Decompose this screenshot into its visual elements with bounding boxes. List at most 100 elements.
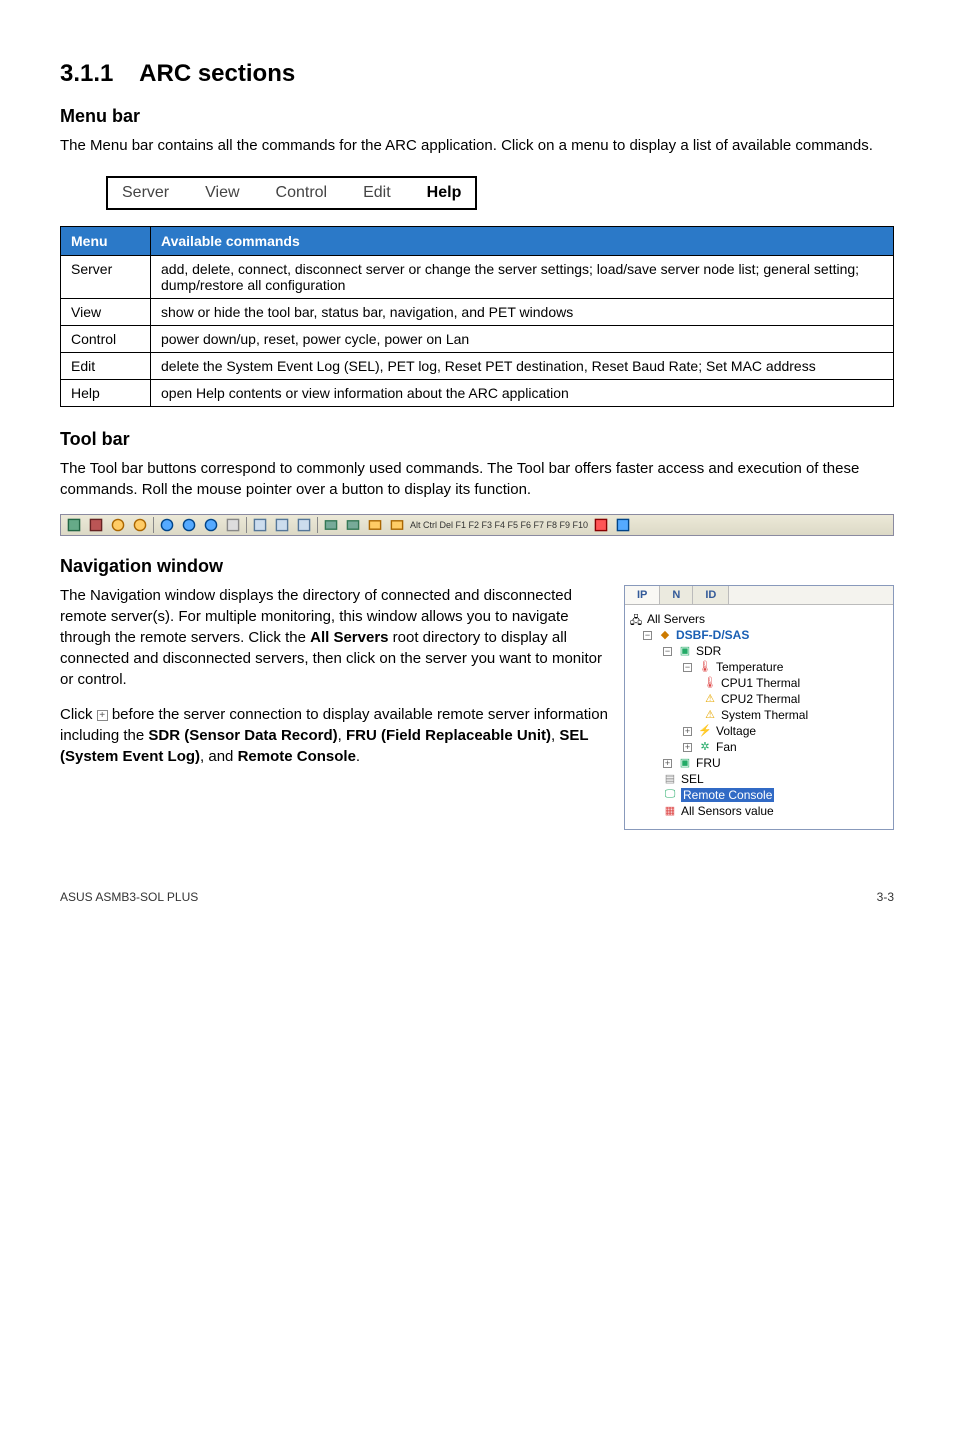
row-menu: View — [61, 299, 151, 326]
thermometer-icon: 🌡 — [698, 660, 712, 674]
tree-node-all-sensors[interactable]: ▦ All Sensors value — [629, 803, 889, 819]
toolbar-button[interactable] — [202, 517, 220, 533]
footer-left: ASUS ASMB3-SOL PLUS — [60, 890, 198, 904]
toolbar-button[interactable] — [87, 517, 105, 533]
toolbar-separator — [246, 517, 247, 533]
toolbar-button[interactable] — [65, 517, 83, 533]
tree-node-voltage[interactable]: + ⚡ Voltage — [629, 723, 889, 739]
tree-node-server[interactable]: − ◆ DSBF-D/SAS — [629, 627, 889, 643]
toolbar-button[interactable] — [180, 517, 198, 533]
fru-icon: ▣ — [678, 756, 692, 770]
navigation-tree-window: IP N ID 🖧 All Servers − ◆ DSBF-D/SAS − ▣… — [624, 585, 894, 830]
toolbar-button[interactable] — [158, 517, 176, 533]
table-row: Edit delete the System Event Log (SEL), … — [61, 353, 894, 380]
row-menu: Control — [61, 326, 151, 353]
toolbar-button[interactable] — [322, 517, 340, 533]
row-desc: show or hide the tool bar, status bar, n… — [151, 299, 894, 326]
toolbar-button[interactable] — [614, 517, 632, 533]
menubar-screenshot: Server View Control Edit Help — [106, 176, 477, 210]
plus-box-icon: + — [97, 710, 108, 721]
toolbar-button[interactable] — [366, 517, 384, 533]
commands-table: Menu Available commands Server add, dele… — [60, 226, 894, 407]
toolbar-button[interactable] — [592, 517, 610, 533]
menubar-item-view[interactable]: View — [205, 184, 239, 202]
footer-right: 3-3 — [877, 890, 894, 904]
menubar-item-edit[interactable]: Edit — [363, 184, 391, 202]
server-icon: ◆ — [658, 628, 672, 642]
console-icon: 🖵 — [663, 788, 677, 802]
expand-icon[interactable]: + — [683, 727, 692, 736]
toolbar-button[interactable] — [388, 517, 406, 533]
toolbar-button[interactable] — [273, 517, 291, 533]
menubar-body: The Menu bar contains all the commands f… — [60, 135, 894, 156]
table-row: Help open Help contents or view informat… — [61, 380, 894, 407]
table-header-menu: Menu — [61, 227, 151, 256]
warning-icon: ⚠ — [703, 692, 717, 706]
nav-text-column: The Navigation window displays the direc… — [60, 585, 610, 781]
toolbar-body: The Tool bar buttons correspond to commo… — [60, 458, 894, 500]
all-servers-bold: All Servers — [310, 629, 388, 646]
row-desc: power down/up, reset, power cycle, power… — [151, 326, 894, 353]
section-heading: 3.1.1 ARC sections — [60, 60, 894, 88]
table-header-commands: Available commands — [151, 227, 894, 256]
row-menu: Help — [61, 380, 151, 407]
sensors-icon: ▦ — [663, 804, 677, 818]
tree-node-system-thermal[interactable]: ⚠ System Thermal — [629, 707, 889, 723]
tree-node-temperature[interactable]: − 🌡 Temperature — [629, 659, 889, 675]
voltage-icon: ⚡ — [698, 724, 712, 738]
toolbar-heading: Tool bar — [60, 429, 894, 450]
row-menu: Edit — [61, 353, 151, 380]
sdr-bold: SDR (Sensor Data Record) — [148, 727, 337, 744]
tree-body: 🖧 All Servers − ◆ DSBF-D/SAS − ▣ SDR − 🌡… — [625, 605, 893, 829]
tree-node-cpu1-thermal[interactable]: 🌡 CPU1 Thermal — [629, 675, 889, 691]
tab-id[interactable]: ID — [693, 586, 729, 604]
toolbar-button[interactable] — [109, 517, 127, 533]
servers-icon: 🖧 — [629, 612, 643, 626]
table-row: View show or hide the tool bar, status b… — [61, 299, 894, 326]
toolbar-button[interactable] — [251, 517, 269, 533]
menubar-item-control[interactable]: Control — [276, 184, 328, 202]
nav-heading: Navigation window — [60, 556, 894, 577]
nav-paragraph-2: Click + before the server connection to … — [60, 704, 610, 767]
toolbar-separator — [317, 517, 318, 533]
tree-node-fan[interactable]: + ✲ Fan — [629, 739, 889, 755]
toolbar-keys-text: Alt Ctrl Del F1 F2 F3 F4 F5 F6 F7 F8 F9 … — [410, 520, 588, 530]
table-row: Server add, delete, connect, disconnect … — [61, 256, 894, 299]
tree-tabs: IP N ID — [625, 586, 893, 605]
row-desc: delete the System Event Log (SEL), PET l… — [151, 353, 894, 380]
tree-node-cpu2-thermal[interactable]: ⚠ CPU2 Thermal — [629, 691, 889, 707]
section-number: 3.1.1 — [60, 60, 113, 87]
toolbar-screenshot: Alt Ctrl Del F1 F2 F3 F4 F5 F6 F7 F8 F9 … — [60, 514, 894, 536]
menubar-item-server[interactable]: Server — [122, 184, 169, 202]
sdr-icon: ▣ — [678, 644, 692, 658]
menubar-item-help[interactable]: Help — [427, 184, 462, 202]
toolbar-button[interactable] — [344, 517, 362, 533]
thermometer-icon: 🌡 — [703, 676, 717, 690]
tree-node-fru[interactable]: + ▣ FRU — [629, 755, 889, 771]
collapse-icon[interactable]: − — [663, 647, 672, 656]
fru-bold: FRU (Field Replaceable Unit) — [346, 727, 551, 744]
row-desc: add, delete, connect, disconnect server … — [151, 256, 894, 299]
page-footer: ASUS ASMB3-SOL PLUS 3-3 — [60, 890, 894, 904]
collapse-icon[interactable]: − — [643, 631, 652, 640]
nav-paragraph-1: The Navigation window displays the direc… — [60, 585, 610, 690]
tab-n[interactable]: N — [660, 586, 693, 604]
toolbar-separator — [153, 517, 154, 533]
fan-icon: ✲ — [698, 740, 712, 754]
tree-node-all-servers[interactable]: 🖧 All Servers — [629, 611, 889, 627]
collapse-icon[interactable]: − — [683, 663, 692, 672]
toolbar-button[interactable] — [224, 517, 242, 533]
table-row: Control power down/up, reset, power cycl… — [61, 326, 894, 353]
remote-console-bold: Remote Console — [238, 748, 356, 765]
row-desc: open Help contents or view information a… — [151, 380, 894, 407]
tree-node-sel[interactable]: ▤ SEL — [629, 771, 889, 787]
tree-node-sdr[interactable]: − ▣ SDR — [629, 643, 889, 659]
toolbar-button[interactable] — [131, 517, 149, 533]
tree-node-remote-console[interactable]: 🖵 Remote Console — [629, 787, 889, 803]
section-title: ARC sections — [139, 60, 295, 87]
menubar-heading: Menu bar — [60, 106, 894, 127]
toolbar-button[interactable] — [295, 517, 313, 533]
expand-icon[interactable]: + — [683, 743, 692, 752]
expand-icon[interactable]: + — [663, 759, 672, 768]
tab-ip[interactable]: IP — [625, 586, 660, 604]
